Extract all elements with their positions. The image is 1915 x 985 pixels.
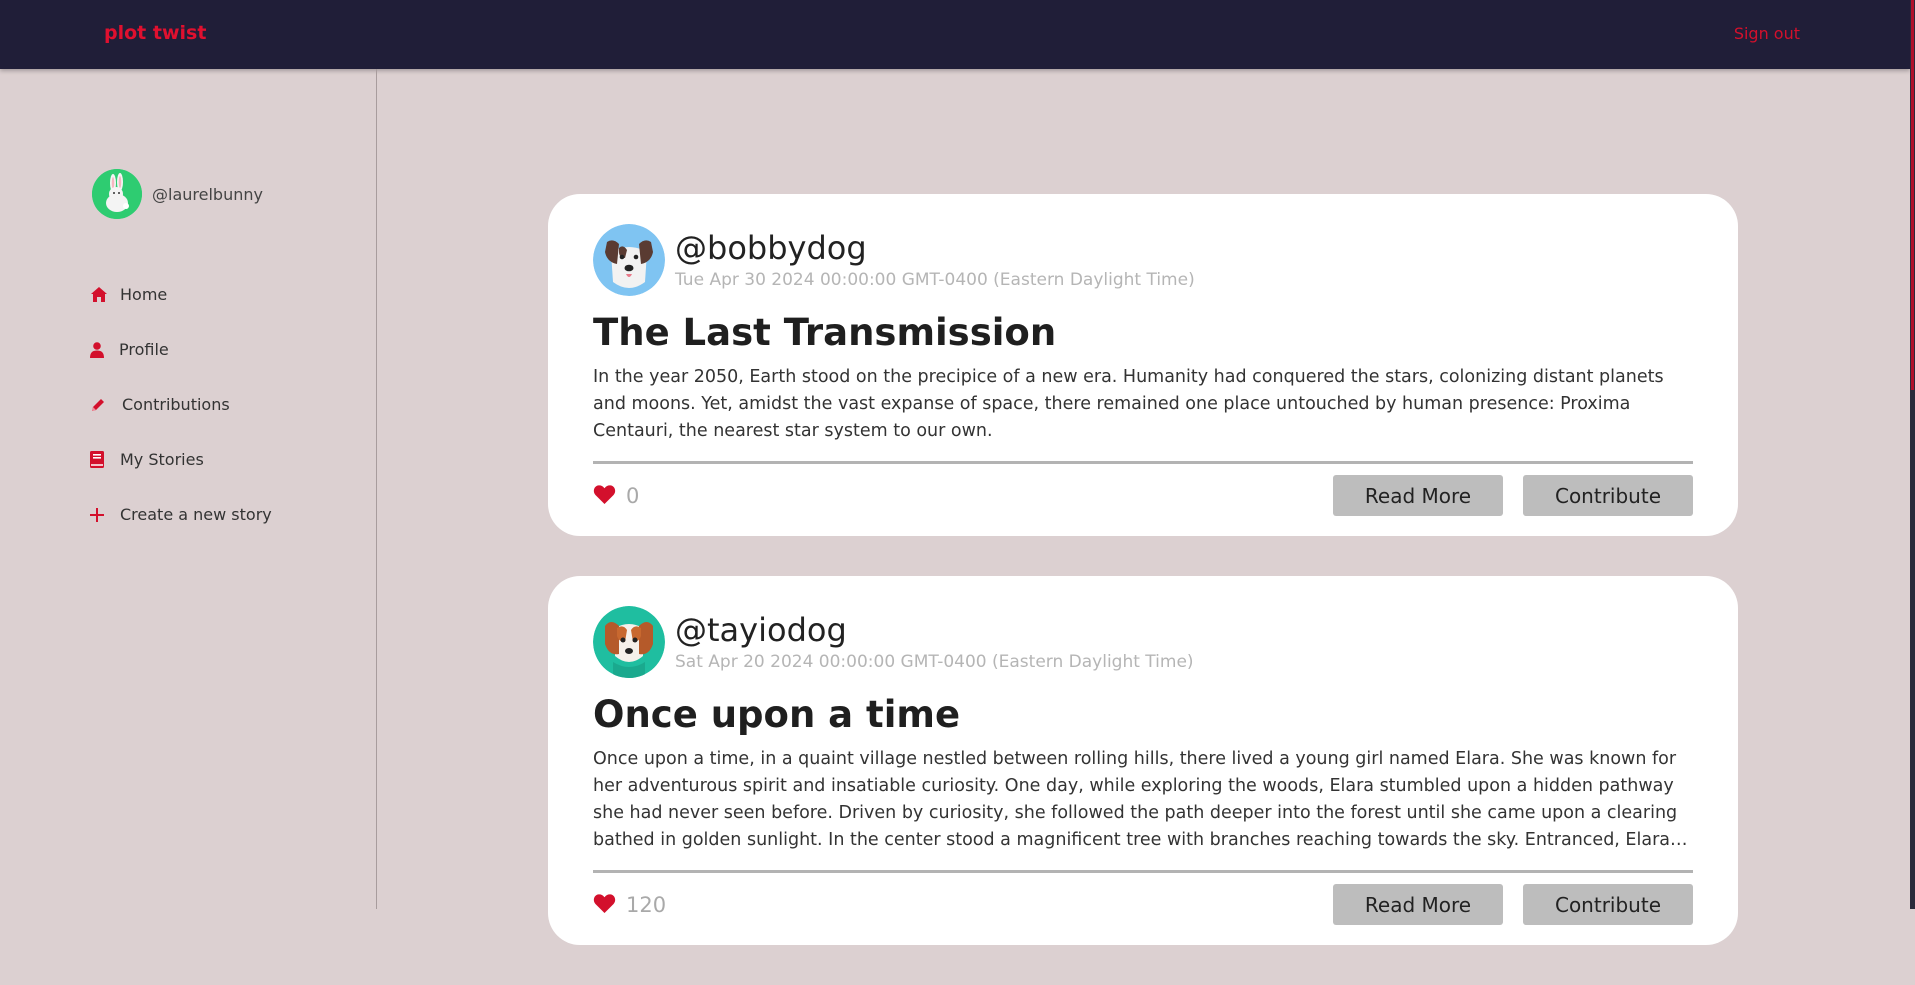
story-footer: 120 Read More Contribute [593, 884, 1693, 925]
dog-avatar-icon [593, 606, 665, 678]
sidebar-item-profile[interactable]: Profile [90, 322, 272, 377]
author-meta: @tayiodog Sat Apr 20 2024 00:00:00 GMT-0… [675, 612, 1194, 672]
person-icon [90, 341, 119, 358]
sidebar: @laurelbunny Home Profile Contributions … [0, 69, 377, 909]
story-title[interactable]: Once upon a time [593, 692, 1693, 738]
card-divider [593, 461, 1693, 464]
contribute-button[interactable]: Contribute [1523, 884, 1693, 925]
sidebar-item-my-stories[interactable]: My Stories [90, 432, 272, 487]
scrollbar-thumb[interactable] [1911, 0, 1914, 390]
sign-out-link[interactable]: Sign out [1734, 24, 1800, 43]
story-card: @tayiodog Sat Apr 20 2024 00:00:00 GMT-0… [548, 576, 1738, 945]
author-avatar[interactable] [593, 606, 665, 678]
sidebar-item-create-story[interactable]: Create a new story [90, 487, 272, 542]
read-more-button[interactable]: Read More [1333, 475, 1503, 516]
story-excerpt: In the year 2050, Earth stood on the pre… [593, 367, 1664, 441]
top-navbar: plot twist Sign out [0, 0, 1910, 69]
heart-icon[interactable] [593, 484, 616, 508]
brand-logo[interactable]: plot twist [104, 22, 206, 44]
like-section: 120 [593, 893, 666, 917]
home-icon [90, 286, 120, 304]
story-card: @bobbydog Tue Apr 30 2024 00:00:00 GMT-0… [548, 194, 1738, 536]
author-name[interactable]: @tayiodog [675, 612, 1194, 648]
dog-avatar-icon [593, 224, 665, 296]
scrollbar[interactable] [1910, 0, 1915, 909]
like-section: 0 [593, 484, 639, 508]
story-footer: 0 Read More Contribute [593, 475, 1693, 516]
story-date: Tue Apr 30 2024 00:00:00 GMT-0400 (Easte… [675, 270, 1195, 290]
sidebar-item-contributions[interactable]: Contributions [90, 377, 272, 432]
like-count: 120 [626, 892, 667, 917]
plus-icon [90, 507, 120, 522]
bunny-avatar-icon [92, 169, 142, 219]
user-avatar [92, 169, 142, 219]
username: @laurelbunny [152, 184, 263, 204]
story-header: @tayiodog Sat Apr 20 2024 00:00:00 GMT-0… [593, 606, 1693, 678]
story-title[interactable]: The Last Transmission [593, 310, 1693, 356]
story-date: Sat Apr 20 2024 00:00:00 GMT-0400 (Easte… [675, 652, 1194, 672]
author-name[interactable]: @bobbydog [675, 230, 1195, 266]
card-divider [593, 870, 1693, 873]
current-user[interactable]: @laurelbunny [92, 169, 263, 219]
sidebar-item-label: Contributions [122, 395, 230, 414]
author-avatar[interactable] [593, 224, 665, 296]
sidebar-item-home[interactable]: Home [90, 267, 272, 322]
like-count: 0 [626, 483, 640, 508]
story-actions: Read More Contribute [1333, 475, 1693, 516]
story-header: @bobbydog Tue Apr 30 2024 00:00:00 GMT-0… [593, 224, 1693, 296]
author-meta: @bobbydog Tue Apr 30 2024 00:00:00 GMT-0… [675, 230, 1195, 290]
read-more-button[interactable]: Read More [1333, 884, 1503, 925]
story-actions: Read More Contribute [1333, 884, 1693, 925]
pencil-icon [90, 397, 122, 413]
sidebar-item-label: My Stories [120, 450, 204, 469]
contribute-button[interactable]: Contribute [1523, 475, 1693, 516]
sidebar-item-label: Create a new story [120, 505, 272, 524]
sidebar-nav: Home Profile Contributions My Stories Cr… [90, 267, 272, 542]
story-excerpt: Once upon a time, in a quaint village ne… [593, 749, 1678, 850]
sidebar-item-label: Home [120, 285, 168, 304]
story-feed: @bobbydog Tue Apr 30 2024 00:00:00 GMT-0… [548, 194, 1738, 985]
book-icon [90, 451, 120, 468]
sidebar-item-label: Profile [119, 340, 169, 359]
heart-icon[interactable] [593, 893, 616, 917]
